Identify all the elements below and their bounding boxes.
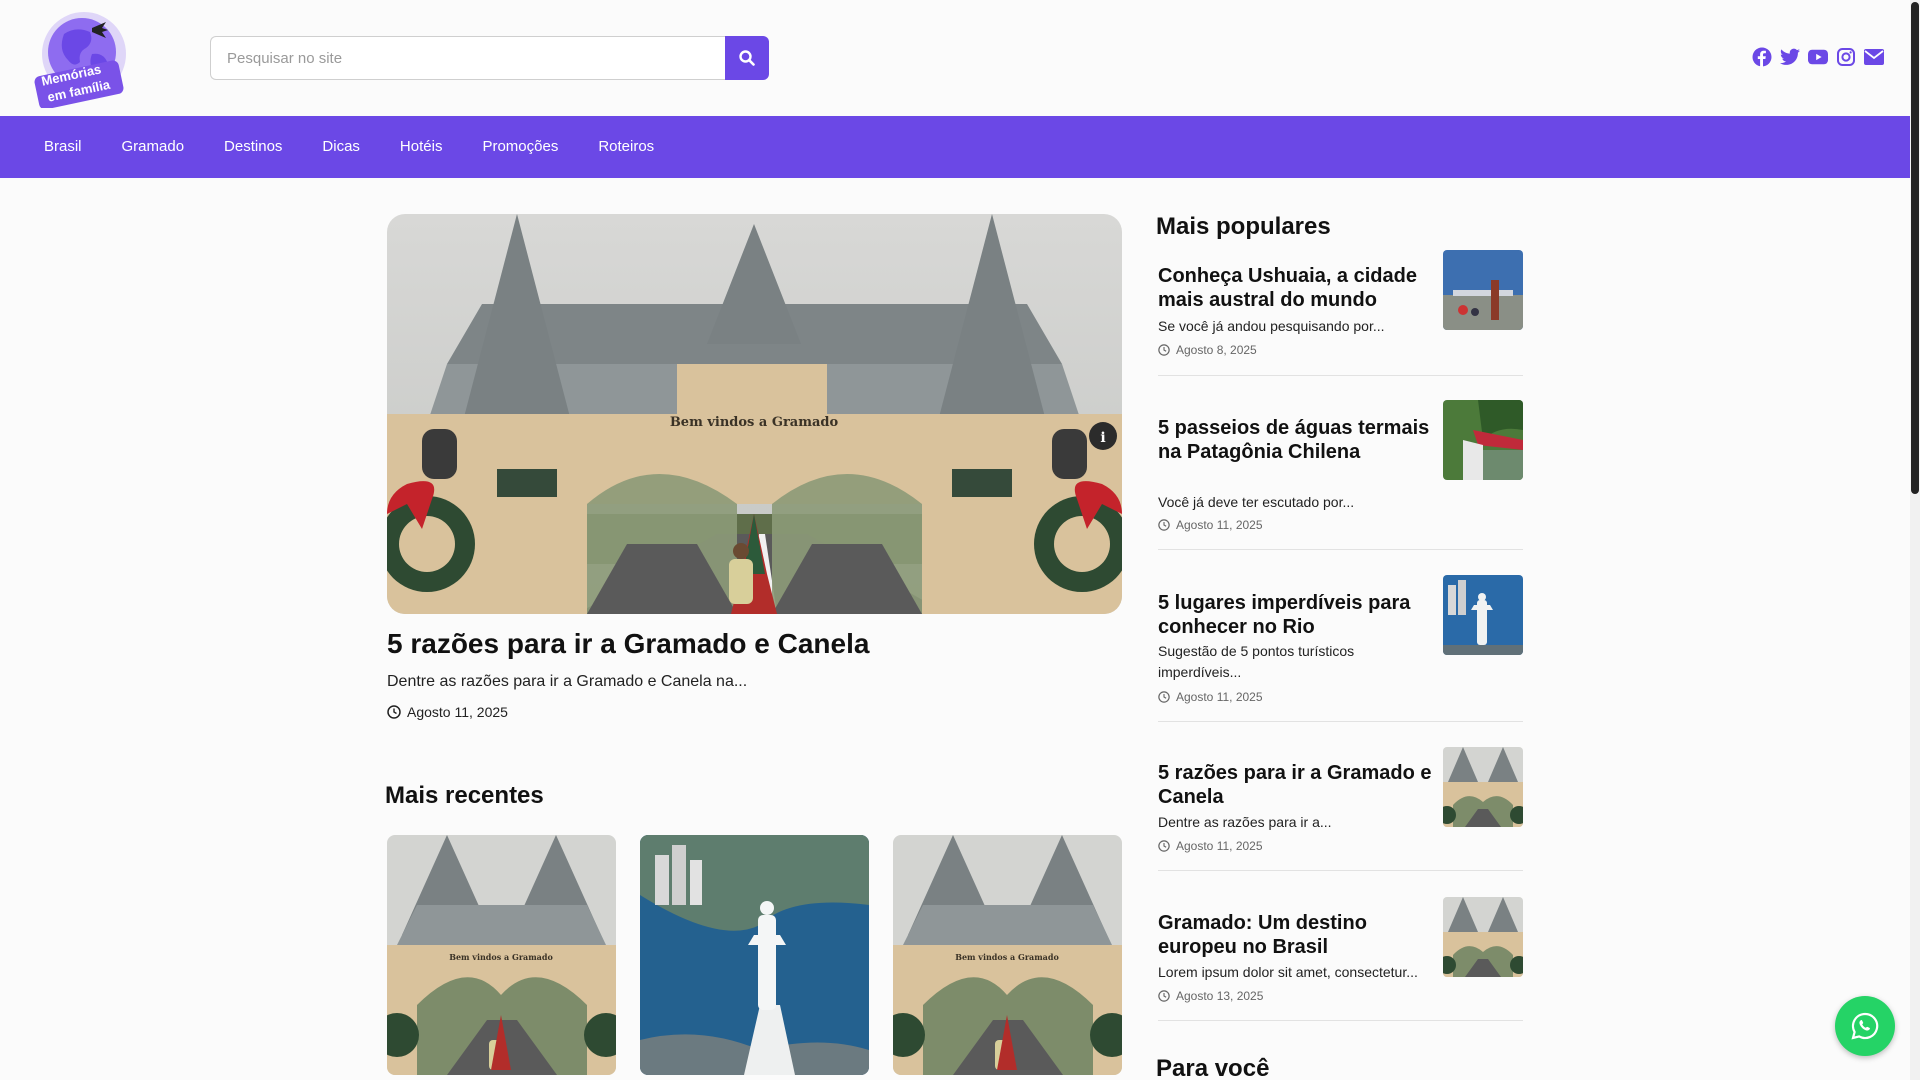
- search-button[interactable]: [725, 36, 769, 80]
- facebook-icon[interactable]: [1752, 47, 1772, 67]
- popular-item-thumbnail[interactable]: [1443, 400, 1523, 480]
- nav-item-brasil[interactable]: Brasil: [24, 116, 102, 178]
- popular-item[interactable]: Conheça Ushuaia, a cidade mais austral d…: [1158, 250, 1523, 376]
- popular-item-date: Agosto 13, 2025: [1158, 989, 1263, 1003]
- youtube-icon[interactable]: [1808, 47, 1828, 67]
- popular-item-date: Agosto 8, 2025: [1158, 343, 1257, 357]
- clock-icon: [387, 705, 401, 719]
- popular-heading: Mais populares: [1156, 213, 1331, 240]
- popular-item[interactable]: 5 lugares imperdíveis para conhecer no R…: [1158, 575, 1523, 722]
- nav-item-hoteis[interactable]: Hotéis: [380, 116, 463, 178]
- featured-image[interactable]: Bem vindos a Gramado i: [387, 214, 1122, 614]
- site-logo[interactable]: Memórias em família: [34, 8, 130, 110]
- popular-item-title[interactable]: 5 lugares imperdíveis para conhecer no R…: [1158, 591, 1438, 639]
- recent-card-2[interactable]: [640, 835, 869, 1075]
- clock-icon: [1158, 519, 1170, 531]
- for-you-heading: Para você: [1156, 1055, 1270, 1080]
- search-icon: [739, 50, 755, 66]
- popular-item-date-text: Agosto 13, 2025: [1176, 989, 1264, 1003]
- popular-item-excerpt: Lorem ipsum dolor sit amet, consectetur.…: [1158, 964, 1418, 980]
- nav-item-promocoes[interactable]: Promoções: [462, 116, 578, 178]
- recent-card-1[interactable]: Bem vindos a Gramado: [387, 835, 616, 1075]
- popular-item-title[interactable]: Conheça Ushuaia, a cidade mais austral d…: [1158, 264, 1438, 312]
- clock-icon: [1158, 344, 1170, 356]
- svg-text:i: i: [1100, 430, 1105, 446]
- clock-icon: [1158, 840, 1170, 852]
- popular-item-title[interactable]: 5 razões para ir a Gramado e Canela: [1158, 761, 1438, 809]
- popular-item[interactable]: 5 razões para ir a Gramado e Canela Dent…: [1158, 747, 1523, 871]
- popular-item[interactable]: Gramado: Um destino europeu no Brasil Lo…: [1158, 897, 1523, 1021]
- featured-excerpt: Dentre as razões para ir a Gramado e Can…: [387, 673, 748, 690]
- nav-item-roteiros[interactable]: Roteiros: [578, 116, 674, 178]
- nav-item-dicas[interactable]: Dicas: [302, 116, 380, 178]
- popular-item-excerpt: Dentre as razões para ir a...: [1158, 814, 1332, 830]
- popular-item-date-text: Agosto 11, 2025: [1176, 690, 1263, 704]
- popular-item-excerpt: Você já deve ter escutado por...: [1158, 494, 1355, 510]
- svg-text:Bem vindos a Gramado: Bem vindos a Gramado: [449, 952, 553, 962]
- nav-item-destinos[interactable]: Destinos: [204, 116, 302, 178]
- search-bar: [210, 36, 769, 80]
- featured-title[interactable]: 5 razões para ir a Gramado e Canela: [387, 628, 869, 660]
- recent-card-3[interactable]: Bem vindos a Gramado: [893, 835, 1122, 1075]
- featured-date-text: Agosto 11, 2025: [407, 704, 508, 720]
- instagram-icon[interactable]: [1836, 47, 1856, 67]
- email-icon[interactable]: [1864, 47, 1884, 67]
- search-input[interactable]: [210, 36, 725, 80]
- nav-item-gramado[interactable]: Gramado: [102, 116, 205, 178]
- site-header: Memórias em família: [0, 0, 1910, 116]
- popular-item-date: Agosto 11, 2025: [1158, 839, 1263, 853]
- twitter-icon[interactable]: [1780, 47, 1800, 67]
- svg-text:Bem vindos a Gramado: Bem vindos a Gramado: [955, 952, 1059, 962]
- social-links: [1752, 47, 1884, 67]
- page-scrollbar-thumb[interactable]: [1911, 2, 1919, 494]
- popular-item-thumbnail[interactable]: [1443, 897, 1523, 977]
- whatsapp-button[interactable]: [1835, 996, 1895, 1056]
- popular-item[interactable]: 5 passeios de águas termais na Patagônia…: [1158, 400, 1523, 550]
- recent-heading: Mais recentes: [385, 782, 544, 809]
- popular-item-excerpt: Sugestão de 5 pontos turísticos imperdív…: [1158, 643, 1355, 680]
- popular-item-title[interactable]: 5 passeios de águas termais na Patagônia…: [1158, 416, 1438, 464]
- whatsapp-icon: [1851, 1012, 1879, 1040]
- page-scrollbar[interactable]: [1910, 0, 1920, 1080]
- popular-item-title[interactable]: Gramado: Um destino europeu no Brasil: [1158, 911, 1438, 959]
- arch-sign-text: Bem vindos a Gramado: [670, 415, 839, 430]
- popular-item-date: Agosto 11, 2025: [1158, 518, 1263, 532]
- clock-icon: [1158, 990, 1170, 1002]
- popular-item-thumbnail[interactable]: [1443, 747, 1523, 827]
- popular-item-thumbnail[interactable]: [1443, 250, 1523, 330]
- clock-icon: [1158, 691, 1170, 703]
- popular-item-date-text: Agosto 11, 2025: [1176, 839, 1263, 853]
- popular-item-excerpt: Se você já andou pesquisando por...: [1158, 318, 1385, 334]
- popular-item-thumbnail[interactable]: [1443, 575, 1523, 655]
- popular-item-date-text: Agosto 11, 2025: [1176, 518, 1263, 532]
- popular-item-date: Agosto 11, 2025: [1158, 690, 1263, 704]
- popular-item-date-text: Agosto 8, 2025: [1176, 343, 1257, 357]
- featured-date: Agosto 11, 2025: [387, 704, 508, 720]
- main-nav: Brasil Gramado Destinos Dicas Hotéis Pro…: [0, 116, 1910, 178]
